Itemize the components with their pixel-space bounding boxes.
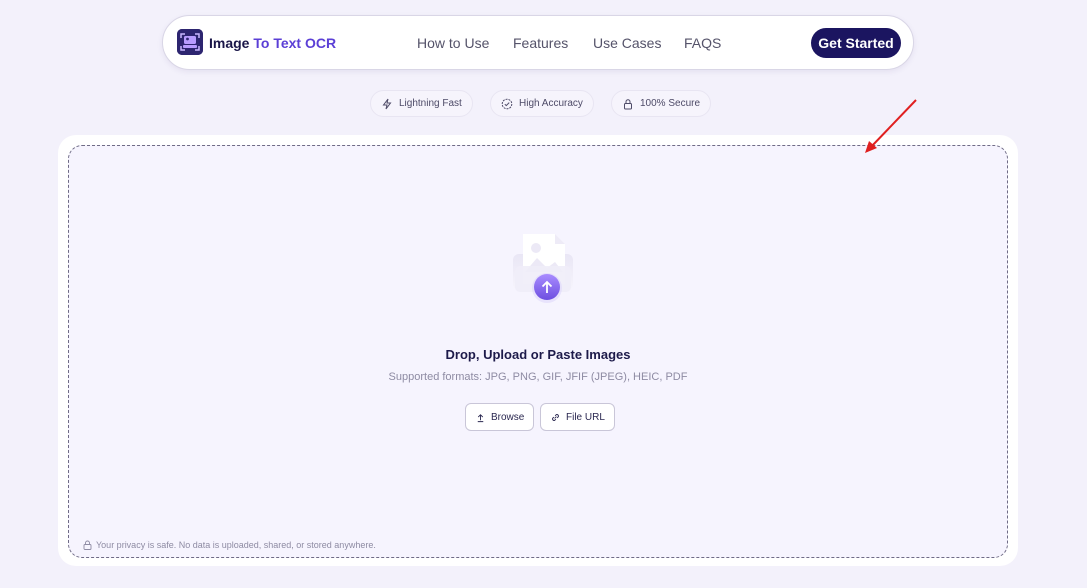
badge-high-accuracy: High Accuracy [490,90,594,117]
badge-label: 100% Secure [640,98,701,109]
link-icon [552,413,559,421]
lock-icon [83,540,92,550]
file-url-label: File URL [566,411,605,423]
brand-name[interactable]: Image To Text OCR [209,35,336,51]
lightning-icon [382,98,392,109]
image-upload-illustration [513,234,573,303]
privacy-note: Your privacy is safe. No data is uploade… [83,540,376,550]
privacy-text: Your privacy is safe. No data is uploade… [96,540,376,550]
file-url-button[interactable]: File URL [540,403,615,431]
annotation-arrow-icon [865,99,917,153]
badge-lightning-fast: Lightning Fast [370,90,473,117]
get-started-button[interactable]: Get Started [811,28,901,58]
upload-card: Drop, Upload or Paste Images Supported f… [58,135,1018,566]
nav-features[interactable]: Features [513,35,568,51]
upload-dropzone[interactable]: Drop, Upload or Paste Images Supported f… [68,145,1008,558]
browse-button[interactable]: Browse [465,403,535,431]
nav-faqs[interactable]: FAQS [684,35,721,51]
badge-label: Lightning Fast [399,98,462,109]
brand-name-part2: To Text OCR [253,35,337,51]
browse-label: Browse [491,411,525,423]
badge-secure: 100% Secure [611,90,712,117]
brand-logo-icon[interactable] [177,29,203,55]
accuracy-badge-icon [501,98,513,109]
nav-how-to-use[interactable]: How to Use [417,35,489,51]
upload-icon [477,413,484,422]
lock-icon [624,98,632,109]
badge-label: High Accuracy [519,98,583,109]
supported-formats: Supported formats: JPG, PNG, GIF, JFIF (… [388,371,688,383]
nav-use-cases[interactable]: Use Cases [593,35,661,51]
upload-title: Drop, Upload or Paste Images [445,347,631,362]
top-navbar: Image To Text OCR How to Use Features Us… [162,15,914,70]
brand-name-part1: Image [209,35,250,51]
